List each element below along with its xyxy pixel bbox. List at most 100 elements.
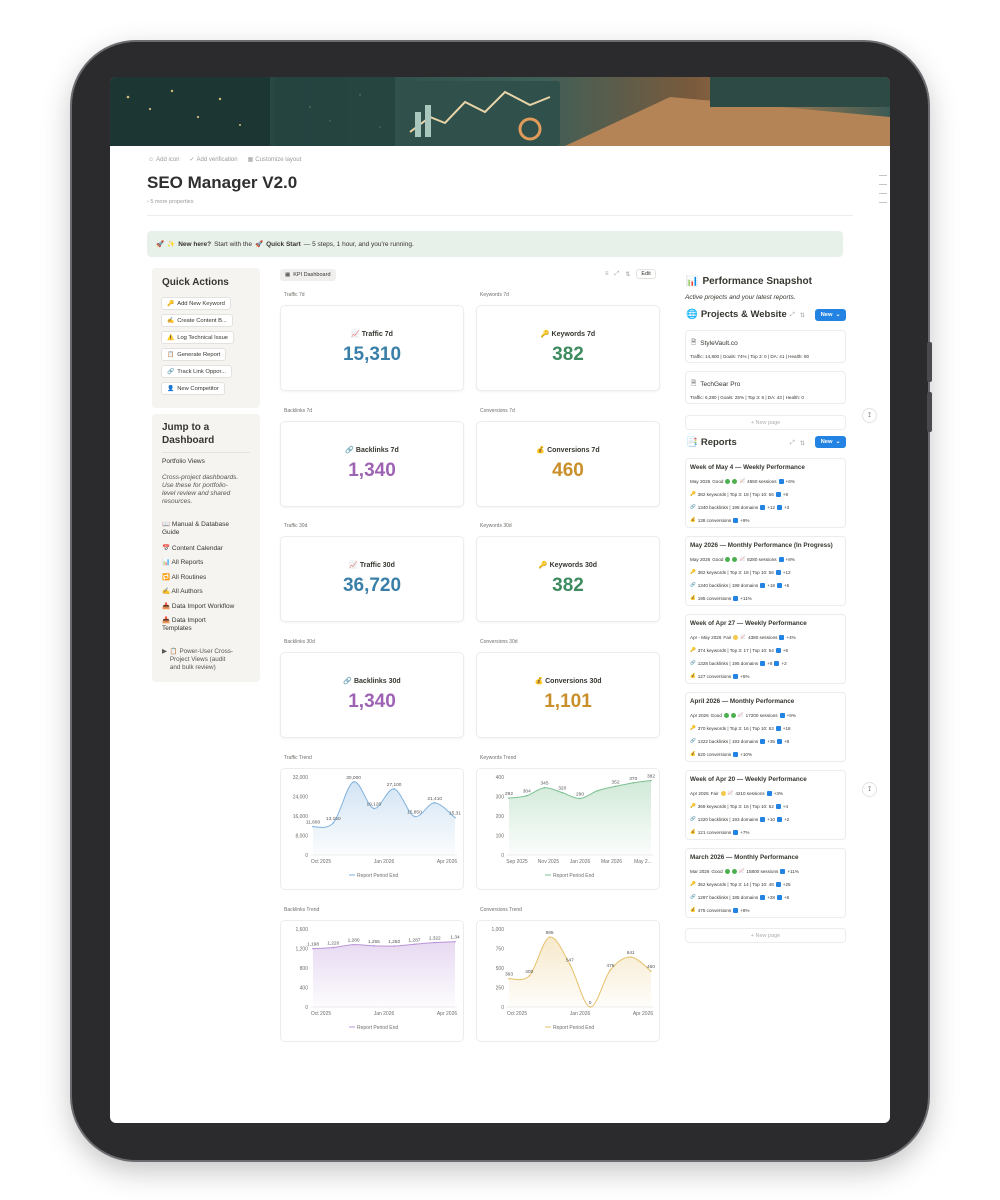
quick-action-button[interactable]: ✍️ Create Content B... <box>161 314 233 327</box>
kpi-card[interactable]: 🔑 Keywords 30d 382 <box>476 536 660 622</box>
add-icon-button[interactable]: ☺ Add icon <box>148 156 180 163</box>
more-properties-toggle[interactable]: › 5 more properties <box>147 199 193 205</box>
kpi-card[interactable]: 🔗 Backlinks 30d 1,340 <box>280 652 464 738</box>
x-tick-label: Jan 2026 <box>570 1011 591 1017</box>
report-card[interactable]: Week of Apr 20 — Weekly Performance Apr 2… <box>685 770 846 840</box>
data-label: 382 <box>647 774 655 780</box>
kpi-icon: 🔑 <box>540 331 550 338</box>
quick-action-icon: 🔑 <box>167 300 175 307</box>
data-point[interactable] <box>525 794 528 797</box>
data-point[interactable] <box>352 943 355 946</box>
kpi-card[interactable]: 🔑 Keywords 7d 382 <box>476 305 660 391</box>
sort-icon[interactable]: ⇅ <box>800 440 805 447</box>
data-point[interactable] <box>312 825 314 828</box>
hover-handle-icon[interactable]: ⟟ <box>862 408 877 423</box>
kpi-title: 🔑 Keywords 30d <box>538 562 598 569</box>
quick-action-button[interactable]: ⚠️ Log Technical Issue <box>161 331 235 344</box>
y-tick-label: 0 <box>501 853 504 859</box>
report-card[interactable]: May 2026 — Monthly Performance (In Progr… <box>685 536 846 606</box>
data-point[interactable] <box>650 970 652 972</box>
dashboard-link[interactable]: 📖 Manual & Database Guide <box>162 521 229 537</box>
data-point[interactable] <box>629 956 632 958</box>
new-project-button[interactable]: New ⌄ <box>815 309 846 321</box>
data-point[interactable] <box>352 781 355 783</box>
data-point[interactable] <box>632 782 635 784</box>
data-point[interactable] <box>433 941 436 944</box>
data-point[interactable] <box>373 807 375 810</box>
report-card[interactable]: March 2026 — Monthly Performance Mar 2026… <box>685 848 846 918</box>
kpi-title: 💰 Conversions 7d <box>536 447 600 454</box>
dashboard-link[interactable]: 📅 Content Calendar <box>162 545 223 553</box>
dashboard-link[interactable]: 📥 Data Import Templates <box>162 617 206 633</box>
chart-card[interactable]: 1,000 750 500 250 0 Oct 2025 Jan 2026 Apr 2026 3… <box>476 920 660 1042</box>
arrow-up-icon <box>778 478 784 484</box>
kpi-card[interactable]: 🔗 Backlinks 7d 1,340 <box>280 421 464 507</box>
data-point[interactable] <box>548 936 551 938</box>
sort-icon[interactable]: ⇅ <box>625 271 630 278</box>
kpi-card[interactable]: 📈 Traffic 7d 15,310 <box>280 305 464 391</box>
project-card[interactable]: 🗎 TechGear Pro Traffic: 6,280 | Goals: 25%… <box>685 371 846 404</box>
expand-icon[interactable]: ⤢ <box>615 271 620 278</box>
data-point[interactable] <box>312 947 314 950</box>
kpi-card[interactable]: 💰 Conversions 30d 1,101 <box>476 652 660 738</box>
data-point[interactable] <box>373 945 375 947</box>
data-point[interactable] <box>561 791 564 794</box>
quick-action-button[interactable]: 📋 Generate Report <box>161 348 227 361</box>
data-point[interactable] <box>528 975 531 977</box>
dashboard-link[interactable]: 📊 All Reports <box>162 559 203 567</box>
data-point[interactable] <box>332 946 335 949</box>
data-point[interactable] <box>413 815 416 818</box>
dashboard-link[interactable]: ✍️ All Authors <box>162 588 203 596</box>
data-point[interactable] <box>454 940 456 943</box>
data-point[interactable] <box>609 969 612 971</box>
data-point[interactable] <box>393 945 395 947</box>
quick-action-button[interactable]: 👤 New Competitor <box>161 382 225 395</box>
chart-card[interactable]: 400 300 200 100 0 Sep 2025 Nov 2025 Jan 2026 Mar… <box>476 768 660 890</box>
report-card[interactable]: Week of May 4 — Weekly Performance May 20… <box>685 458 846 528</box>
dashboard-link[interactable]: 🔁 All Routines <box>162 574 206 582</box>
quick-action-button[interactable]: 🔑 Add New Keyword <box>161 297 231 310</box>
data-point[interactable] <box>569 963 571 966</box>
quick-action-button[interactable]: 🔗 Track Link Oppor... <box>161 365 232 378</box>
dashboard-link[interactable]: 📥 Data Import Workflow <box>162 603 234 611</box>
data-point[interactable] <box>332 822 335 824</box>
chart-card[interactable]: 32,000 24,000 16,000 8,000 0 Oct 2025 Jan 2026… <box>280 768 464 890</box>
kpi-value: 382 <box>552 344 584 365</box>
report-card[interactable]: Week of Apr 27 — Weekly Performance Apr -… <box>685 614 846 684</box>
data-point[interactable] <box>413 943 416 946</box>
expand-icon[interactable]: ⤢ <box>790 440 795 447</box>
customize-layout-button[interactable]: ▦ Customize layout <box>248 156 302 164</box>
tab-kpi-dashboard[interactable]: ▦ KPI Dashboard <box>280 269 336 281</box>
arrow-up-icon <box>733 595 739 601</box>
data-point[interactable] <box>543 786 546 789</box>
chart-card[interactable]: 1,600 1,200 800 400 0 Oct 2025 Jan 2026 Apr 202… <box>280 920 464 1042</box>
series-area <box>313 941 455 1007</box>
project-card[interactable]: 🗎 StyleVault.co Traffic: 14,800 | Goals: 7… <box>685 330 846 363</box>
filter-icon[interactable]: ≡ <box>605 271 609 277</box>
hover-handle-icon[interactable]: ⟟ <box>862 782 877 797</box>
report-card[interactable]: April 2026 — Monthly Performance Apr 2026… <box>685 692 846 762</box>
link-icon: 🔗 <box>690 582 696 587</box>
data-point[interactable] <box>508 977 510 980</box>
data-point[interactable] <box>579 797 581 800</box>
data-point[interactable] <box>589 1006 591 1008</box>
add-verification-button[interactable]: ✓ Add verification <box>190 156 238 164</box>
new-report-button[interactable]: New ⌄ <box>815 436 846 448</box>
kpi-card[interactable]: 📈 Traffic 30d 36,720 <box>280 536 464 622</box>
data-point[interactable] <box>508 797 510 799</box>
data-point[interactable] <box>650 779 652 782</box>
new-page-button[interactable]: + New page <box>685 928 846 943</box>
project-name: StyleVault.co <box>700 340 738 347</box>
edit-button[interactable]: Edit <box>636 269 656 279</box>
power-user-toggle[interactable]: ▶ 📋 Power-User Cross- Project Views (aud… <box>162 648 233 672</box>
kpi-card[interactable]: 💰 Conversions 7d 460 <box>476 421 660 507</box>
data-point[interactable] <box>596 789 599 792</box>
sort-icon[interactable]: ⇅ <box>800 312 805 319</box>
data-point[interactable] <box>614 785 617 788</box>
data-point[interactable] <box>454 816 456 819</box>
quick-start-link[interactable]: Quick Start <box>266 241 301 248</box>
new-page-button[interactable]: + New page <box>685 415 846 430</box>
data-point[interactable] <box>433 802 436 804</box>
expand-icon[interactable]: ⤢ <box>790 312 795 319</box>
data-point[interactable] <box>393 788 395 790</box>
